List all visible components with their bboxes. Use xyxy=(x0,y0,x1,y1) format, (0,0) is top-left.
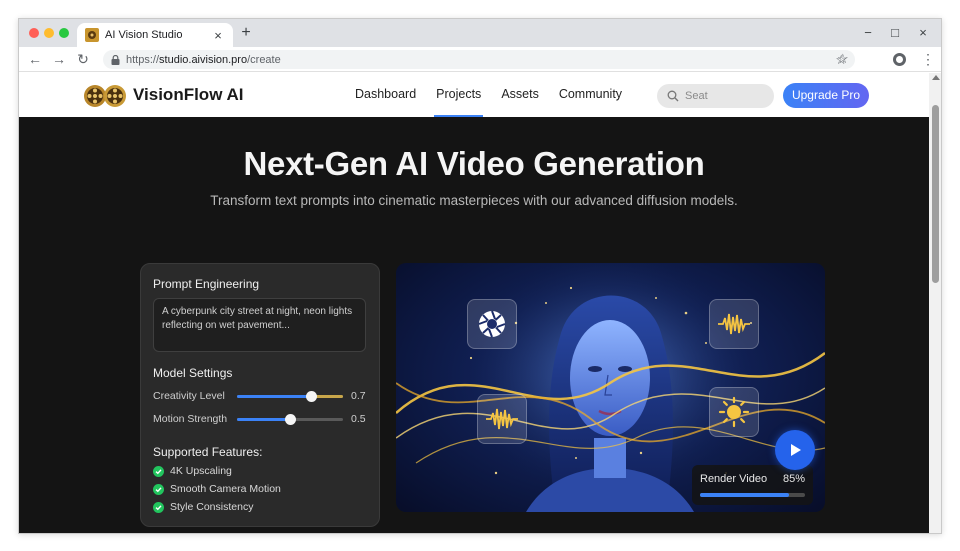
nav-dashboard[interactable]: Dashboard xyxy=(345,73,426,117)
reload-icon[interactable]: ↻ xyxy=(75,51,91,67)
slider-value: 0.7 xyxy=(351,390,366,402)
render-percent: 85% xyxy=(782,473,805,485)
maximize-button[interactable]: □ xyxy=(888,25,902,40)
forward-icon[interactable]: → xyxy=(51,51,67,67)
nav-assets[interactable]: Assets xyxy=(491,73,549,117)
film-reels-icon xyxy=(84,85,126,107)
scroll-up-arrow-icon[interactable] xyxy=(932,75,940,80)
video-preview[interactable]: Render Video 85% xyxy=(396,263,825,512)
motion-slider[interactable] xyxy=(237,413,343,425)
feature-item: Style Consistency xyxy=(153,501,253,513)
model-settings-heading: Model Settings xyxy=(153,366,233,380)
tab-title: AI Vision Studio xyxy=(105,29,183,41)
slider-label: Creativity Level xyxy=(153,390,225,402)
search-input[interactable] xyxy=(685,90,765,102)
render-progress-panel: Render Video 85% xyxy=(692,465,813,505)
check-circle-icon xyxy=(153,465,164,477)
url-text: https://studio.aivision.pro/create xyxy=(126,53,281,66)
new-tab-button[interactable]: + xyxy=(237,24,255,42)
main-nav: Dashboard Projects Assets Community xyxy=(345,73,632,117)
slider-label: Motion Strength xyxy=(153,413,228,425)
creativity-slider-row: Creativity Level 0.7 xyxy=(153,389,369,403)
prompt-textarea[interactable]: A cyberpunk city street at night, neon l… xyxy=(153,298,366,352)
slider-thumb[interactable] xyxy=(285,413,296,425)
camera-feature-tile[interactable] xyxy=(467,299,517,349)
back-icon[interactable]: ← xyxy=(27,51,43,67)
hero-title: Next-Gen AI Video Generation xyxy=(243,145,705,182)
vertical-scrollbar[interactable] xyxy=(929,73,941,533)
play-icon xyxy=(791,444,801,456)
close-button[interactable]: × xyxy=(916,25,930,40)
tab-close-icon[interactable]: × xyxy=(211,28,225,43)
browser-tab[interactable]: AI Vision Studio × xyxy=(77,23,233,47)
film-reel-icon xyxy=(85,28,99,42)
site-header: VisionFlow AI Dashboard Projects Assets … xyxy=(19,73,929,117)
render-label: Render Video xyxy=(700,473,768,485)
minimize-button[interactable]: − xyxy=(861,25,875,40)
scroll-thumb[interactable] xyxy=(932,105,939,283)
play-button[interactable] xyxy=(775,430,815,470)
feature-item: 4K Upscaling xyxy=(153,465,232,477)
address-bar: ← → ↻ https://studio.aivision.pro/create… xyxy=(19,47,941,72)
hero-subtitle: Transform text prompts into cinematic ma… xyxy=(210,193,738,208)
prompt-heading: Prompt Engineering xyxy=(153,277,260,291)
slider-fill xyxy=(237,394,312,398)
nav-projects[interactable]: Projects xyxy=(426,73,491,117)
audio-feature-tile[interactable] xyxy=(477,394,527,444)
feature-item: Smooth Camera Motion xyxy=(153,483,281,495)
slider-fill xyxy=(237,417,290,421)
search-box[interactable] xyxy=(657,84,774,108)
menu-kebab-icon[interactable]: ⋮ xyxy=(921,51,935,67)
zoom-window-dot[interactable] xyxy=(59,28,69,38)
motion-slider-row: Motion Strength 0.5 xyxy=(153,412,369,426)
waveform-icon xyxy=(486,408,518,430)
minimize-window-dot[interactable] xyxy=(44,28,54,38)
extension-icon[interactable] xyxy=(893,53,906,66)
audio-feature-tile[interactable] xyxy=(709,299,759,349)
settings-card: Prompt Engineering A cyberpunk city stre… xyxy=(140,263,380,527)
url-bar[interactable]: https://studio.aivision.pro/create ☆ xyxy=(103,50,855,69)
upgrade-pro-button[interactable]: Upgrade Pro xyxy=(783,83,869,108)
close-window-dot[interactable] xyxy=(29,28,39,38)
waveform-icon xyxy=(718,313,750,335)
tab-strip: AI Vision Studio × + − □ × xyxy=(19,19,941,47)
slider-value: 0.5 xyxy=(351,413,366,425)
slider-thumb[interactable] xyxy=(306,390,318,402)
check-circle-icon xyxy=(153,483,164,495)
features-heading: Supported Features: xyxy=(153,445,263,459)
aperture-icon xyxy=(478,310,506,338)
lock-icon xyxy=(111,54,120,65)
render-progress-bar xyxy=(700,493,805,497)
browser-window: AI Vision Studio × + − □ × ← → ↻ https:/… xyxy=(18,18,942,534)
sun-icon xyxy=(718,396,750,428)
brand-name: VisionFlow AI xyxy=(133,85,244,104)
search-icon xyxy=(667,90,679,102)
bookmarks-icon[interactable]: ☆ xyxy=(837,51,849,67)
render-progress-fill xyxy=(700,493,790,497)
brand-logo[interactable]: VisionFlow AI xyxy=(83,82,244,108)
creativity-slider[interactable] xyxy=(237,390,343,402)
check-circle-icon xyxy=(153,501,164,513)
page-content: VisionFlow AI Dashboard Projects Assets … xyxy=(19,73,929,533)
nav-community[interactable]: Community xyxy=(549,73,632,117)
lighting-feature-tile[interactable] xyxy=(709,387,759,437)
